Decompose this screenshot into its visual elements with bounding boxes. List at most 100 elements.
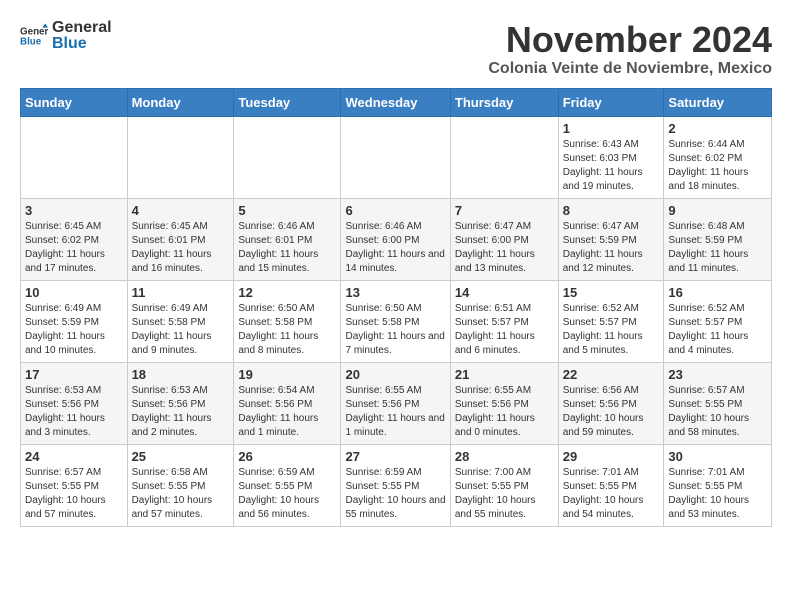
week-row-2: 3 Sunrise: 6:45 AM Sunset: 6:02 PM Daylig…	[21, 198, 772, 280]
weekday-header-row: SundayMondayTuesdayWednesdayThursdayFrid…	[21, 88, 772, 116]
day-number: 8	[563, 203, 660, 218]
day-number: 22	[563, 367, 660, 382]
calendar-cell: 29 Sunrise: 7:01 AM Sunset: 5:55 PM Dayli…	[558, 444, 664, 526]
day-number: 15	[563, 285, 660, 300]
calendar-cell: 7 Sunrise: 6:47 AM Sunset: 6:00 PM Daylig…	[450, 198, 558, 280]
logo: General Blue General Blue	[20, 20, 112, 52]
day-info: Sunrise: 6:54 AM Sunset: 5:56 PM Dayligh…	[238, 384, 336, 440]
day-number: 1	[563, 121, 660, 136]
day-info: Sunrise: 6:58 AM Sunset: 5:55 PM Dayligh…	[132, 466, 230, 522]
calendar-cell: 24Sunrise: 6:57 AM Sunset: 5:55 PM Dayli…	[21, 444, 128, 526]
calendar-cell: 14 Sunrise: 6:51 AM Sunset: 5:57 PM Dayli…	[450, 280, 558, 362]
calendar-cell: 6Sunrise: 6:46 AM Sunset: 6:00 PM Daylig…	[341, 198, 450, 280]
day-info: Sunrise: 6:55 AM Sunset: 5:56 PM Dayligh…	[455, 384, 554, 440]
calendar-cell: 13 Sunrise: 6:50 AM Sunset: 5:58 PM Dayli…	[341, 280, 450, 362]
day-number: 27	[345, 449, 445, 464]
weekday-header-monday: Monday	[127, 88, 234, 116]
day-info: Sunrise: 6:47 AM Sunset: 6:00 PM Dayligh…	[455, 220, 554, 276]
calendar-cell: 25 Sunrise: 6:58 AM Sunset: 5:55 PM Dayli…	[127, 444, 234, 526]
day-info: Sunrise: 6:45 AM Sunset: 6:01 PM Dayligh…	[132, 220, 230, 276]
calendar-cell	[234, 116, 341, 198]
day-number: 14	[455, 285, 554, 300]
calendar-cell	[21, 116, 128, 198]
day-number: 28	[455, 449, 554, 464]
logo-blue: Blue	[52, 36, 112, 52]
day-info: Sunrise: 6:44 AM Sunset: 6:02 PM Dayligh…	[668, 138, 767, 194]
weekday-header-friday: Friday	[558, 88, 664, 116]
day-number: 20	[345, 367, 445, 382]
calendar-cell: 22 Sunrise: 6:56 AM Sunset: 5:56 PM Dayli…	[558, 362, 664, 444]
day-number: 18	[132, 367, 230, 382]
calendar-cell: 8Sunrise: 6:47 AM Sunset: 5:59 PM Daylig…	[558, 198, 664, 280]
month-title: November 2024	[488, 20, 772, 60]
calendar-cell: 26Sunrise: 6:59 AM Sunset: 5:55 PM Dayli…	[234, 444, 341, 526]
calendar-cell: 12Sunrise: 6:50 AM Sunset: 5:58 PM Dayli…	[234, 280, 341, 362]
calendar-cell: 9 Sunrise: 6:48 AM Sunset: 5:59 PM Daylig…	[664, 198, 772, 280]
calendar-cell: 20 Sunrise: 6:55 AM Sunset: 5:56 PM Dayli…	[341, 362, 450, 444]
logo-general: General	[52, 20, 112, 36]
day-number: 21	[455, 367, 554, 382]
calendar-cell: 18 Sunrise: 6:53 AM Sunset: 5:56 PM Dayli…	[127, 362, 234, 444]
calendar-cell: 5Sunrise: 6:46 AM Sunset: 6:01 PM Daylig…	[234, 198, 341, 280]
day-number: 25	[132, 449, 230, 464]
day-number: 13	[345, 285, 445, 300]
day-info: Sunrise: 6:50 AM Sunset: 5:58 PM Dayligh…	[345, 302, 445, 358]
day-number: 19	[238, 367, 336, 382]
week-row-1: 1 Sunrise: 6:43 AM Sunset: 6:03 PM Daylig…	[21, 116, 772, 198]
weekday-header-wednesday: Wednesday	[341, 88, 450, 116]
day-info: Sunrise: 6:51 AM Sunset: 5:57 PM Dayligh…	[455, 302, 554, 358]
week-row-5: 24Sunrise: 6:57 AM Sunset: 5:55 PM Dayli…	[21, 444, 772, 526]
calendar-cell: 19 Sunrise: 6:54 AM Sunset: 5:56 PM Dayli…	[234, 362, 341, 444]
calendar-cell	[127, 116, 234, 198]
day-number: 7	[455, 203, 554, 218]
day-number: 16	[668, 285, 767, 300]
calendar-cell	[341, 116, 450, 198]
day-info: Sunrise: 6:53 AM Sunset: 5:56 PM Dayligh…	[25, 384, 123, 440]
weekday-header-thursday: Thursday	[450, 88, 558, 116]
week-row-4: 17 Sunrise: 6:53 AM Sunset: 5:56 PM Dayli…	[21, 362, 772, 444]
day-info: Sunrise: 7:00 AM Sunset: 5:55 PM Dayligh…	[455, 466, 554, 522]
calendar-table: SundayMondayTuesdayWednesdayThursdayFrid…	[20, 88, 772, 527]
day-info: Sunrise: 6:48 AM Sunset: 5:59 PM Dayligh…	[668, 220, 767, 276]
day-number: 17	[25, 367, 123, 382]
calendar-body: 1 Sunrise: 6:43 AM Sunset: 6:03 PM Daylig…	[21, 116, 772, 526]
calendar-cell: 27 Sunrise: 6:59 AM Sunset: 5:55 PM Dayli…	[341, 444, 450, 526]
day-info: Sunrise: 6:46 AM Sunset: 6:00 PM Dayligh…	[345, 220, 445, 276]
day-info: Sunrise: 6:43 AM Sunset: 6:03 PM Dayligh…	[563, 138, 660, 194]
calendar-cell: 10Sunrise: 6:49 AM Sunset: 5:59 PM Dayli…	[21, 280, 128, 362]
calendar-cell: 2Sunrise: 6:44 AM Sunset: 6:02 PM Daylig…	[664, 116, 772, 198]
day-info: Sunrise: 6:57 AM Sunset: 5:55 PM Dayligh…	[668, 384, 767, 440]
calendar-cell: 23 Sunrise: 6:57 AM Sunset: 5:55 PM Dayli…	[664, 362, 772, 444]
day-info: Sunrise: 6:55 AM Sunset: 5:56 PM Dayligh…	[345, 384, 445, 440]
calendar-cell: 16 Sunrise: 6:52 AM Sunset: 5:57 PM Dayli…	[664, 280, 772, 362]
day-info: Sunrise: 6:52 AM Sunset: 5:57 PM Dayligh…	[563, 302, 660, 358]
day-number: 23	[668, 367, 767, 382]
day-info: Sunrise: 6:56 AM Sunset: 5:56 PM Dayligh…	[563, 384, 660, 440]
day-number: 3	[25, 203, 123, 218]
day-number: 10	[25, 285, 123, 300]
day-number: 24	[25, 449, 123, 464]
day-info: Sunrise: 6:46 AM Sunset: 6:01 PM Dayligh…	[238, 220, 336, 276]
calendar-cell: 28 Sunrise: 7:00 AM Sunset: 5:55 PM Dayli…	[450, 444, 558, 526]
day-number: 26	[238, 449, 336, 464]
day-number: 4	[132, 203, 230, 218]
day-number: 9	[668, 203, 767, 218]
svg-text:Blue: Blue	[20, 36, 42, 47]
day-info: Sunrise: 6:50 AM Sunset: 5:58 PM Dayligh…	[238, 302, 336, 358]
day-info: Sunrise: 6:59 AM Sunset: 5:55 PM Dayligh…	[345, 466, 445, 522]
day-info: Sunrise: 6:53 AM Sunset: 5:56 PM Dayligh…	[132, 384, 230, 440]
calendar-cell: 17 Sunrise: 6:53 AM Sunset: 5:56 PM Dayli…	[21, 362, 128, 444]
day-info: Sunrise: 6:49 AM Sunset: 5:58 PM Dayligh…	[132, 302, 230, 358]
day-number: 29	[563, 449, 660, 464]
calendar-cell: 3 Sunrise: 6:45 AM Sunset: 6:02 PM Daylig…	[21, 198, 128, 280]
calendar-cell: 4 Sunrise: 6:45 AM Sunset: 6:01 PM Daylig…	[127, 198, 234, 280]
day-number: 11	[132, 285, 230, 300]
location-title: Colonia Veinte de Noviembre, Mexico	[488, 60, 772, 78]
calendar-cell	[450, 116, 558, 198]
day-info: Sunrise: 6:45 AM Sunset: 6:02 PM Dayligh…	[25, 220, 123, 276]
weekday-header-tuesday: Tuesday	[234, 88, 341, 116]
day-info: Sunrise: 6:52 AM Sunset: 5:57 PM Dayligh…	[668, 302, 767, 358]
calendar-cell: 15 Sunrise: 6:52 AM Sunset: 5:57 PM Dayli…	[558, 280, 664, 362]
calendar-cell: 30Sunrise: 7:01 AM Sunset: 5:55 PM Dayli…	[664, 444, 772, 526]
day-info: Sunrise: 7:01 AM Sunset: 5:55 PM Dayligh…	[563, 466, 660, 522]
